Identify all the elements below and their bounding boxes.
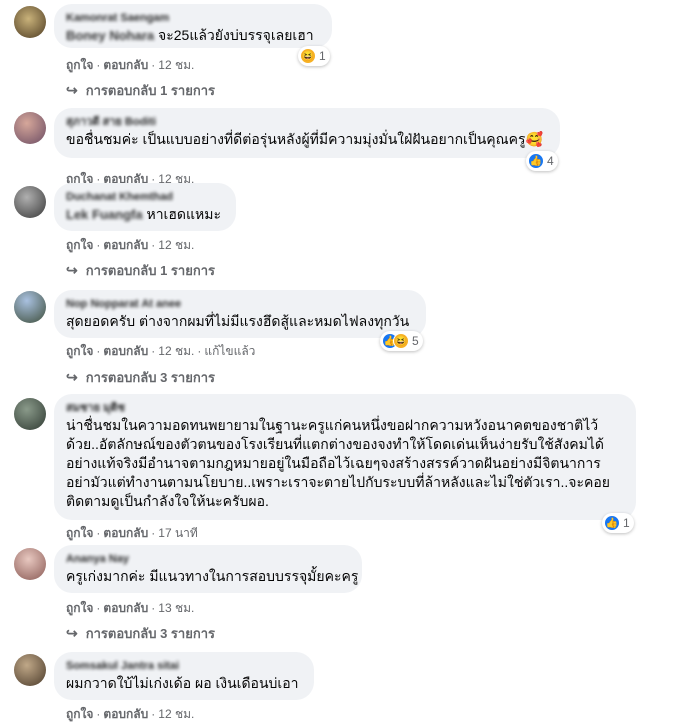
reply-link[interactable]: ตอบกลับ bbox=[103, 58, 148, 72]
reply-link[interactable]: ตอบกลับ bbox=[103, 707, 148, 721]
comment-time[interactable]: 17 นาที bbox=[158, 526, 198, 540]
avatar[interactable] bbox=[14, 112, 46, 144]
like-link[interactable]: ถูกใจ bbox=[66, 601, 93, 615]
like-link[interactable]: ถูกใจ bbox=[66, 707, 93, 721]
comment-text: หาเฮดแหมะ bbox=[146, 206, 221, 222]
comment-text-line: อย่างแท้จริงมีอำนาจตามกฎหมายอยู่ในมือถือ… bbox=[66, 455, 601, 471]
view-replies-link[interactable]: ↪ การตอบกลับ 3 รายการ bbox=[66, 623, 215, 644]
reaction-count: 1 bbox=[623, 516, 630, 530]
comment-text-line: ติดตามดูเป็นกำลังใจให้นะครับผอ. bbox=[66, 493, 269, 509]
avatar[interactable] bbox=[14, 6, 46, 38]
reaction-count: 5 bbox=[412, 334, 419, 348]
comment-text: ครูเก่งมากค่ะ มีแนวทางในการสอบบรรจุมั้ยค… bbox=[66, 568, 359, 584]
reply-arrow-icon: ↪ bbox=[66, 369, 78, 385]
comment-bubble: Nop Nopparat At anee สุดยอดครับ ต่างจากผ… bbox=[54, 290, 426, 338]
like-link[interactable]: ถูกใจ bbox=[66, 58, 93, 72]
comment-text: ขอชื่นชมค่ะ เป็นแบบอย่างที่ดีต่อรุ่นหลัง… bbox=[66, 131, 526, 147]
comment-text: สุดยอดครับ ต่างจากผมที่ไม่มีแรงฮึดสู้และ… bbox=[66, 313, 410, 329]
commenter-name[interactable]: Kamonrat Saengam bbox=[66, 11, 320, 26]
comment-bubble: Ananya Nay ครูเก่งมากค่ะ มีแนวทางในการสอ… bbox=[54, 545, 362, 593]
like-link[interactable]: ถูกใจ bbox=[66, 344, 93, 358]
comment-bubble: สมชาย มุติช น่าชื่นชมในความอดทนพยายามในฐ… bbox=[54, 394, 636, 520]
emoji: 🥰 bbox=[525, 131, 543, 147]
reply-arrow-icon: ↪ bbox=[66, 82, 78, 98]
edited-label[interactable]: แก้ไขแล้ว bbox=[204, 344, 255, 358]
mention-tag[interactable]: Lek Fuangfa bbox=[66, 205, 143, 224]
commenter-name[interactable]: Nop Nopparat At anee bbox=[66, 297, 414, 312]
comment-time[interactable]: 13 ชม. bbox=[158, 601, 194, 615]
avatar[interactable] bbox=[14, 398, 46, 430]
comment-time[interactable]: 12 ชม. bbox=[158, 707, 194, 721]
haha-reaction-icon: 😆 bbox=[393, 333, 409, 349]
reply-link[interactable]: ตอบกลับ bbox=[103, 344, 148, 358]
reaction-summary[interactable]: 👍 1 bbox=[602, 513, 634, 533]
comment-bubble: Kamonrat Saengam Boney Nohara จะ25แล้วยั… bbox=[54, 4, 332, 48]
comment-text: ผมกวาดใบ้ไม่เก่งเด้อ ผอ เงินเดือนบ่เอา bbox=[66, 675, 299, 691]
like-reaction-icon: 👍 bbox=[604, 515, 620, 531]
reply-link[interactable]: ตอบกลับ bbox=[103, 238, 148, 252]
commenter-name[interactable]: Ananya Nay bbox=[66, 552, 350, 567]
comment-text: จะ25แล้วยังบ่บรรจุเลยเฮา bbox=[158, 27, 314, 43]
reply-link[interactable]: ตอบกลับ bbox=[103, 526, 148, 540]
reply-arrow-icon: ↪ bbox=[66, 625, 78, 641]
commenter-name[interactable]: Somsakul Jantra sitai bbox=[66, 659, 302, 674]
reaction-count: 4 bbox=[547, 154, 554, 168]
view-replies-link[interactable]: ↪ การตอบกลับ 1 รายการ bbox=[66, 260, 215, 281]
mention-tag[interactable]: Boney Nohara bbox=[66, 26, 154, 45]
comment-bubble: Duchanat Khemthad Lek Fuangfa หาเฮดแหมะ bbox=[54, 183, 236, 231]
comment-time[interactable]: 12 ชม. bbox=[158, 58, 194, 72]
avatar[interactable] bbox=[14, 548, 46, 580]
view-replies-link[interactable]: ↪ การตอบกลับ 3 รายการ bbox=[66, 367, 215, 388]
reply-arrow-icon: ↪ bbox=[66, 262, 78, 278]
comment-text-line: ด้วย..อัตลักษณ์ของตัวตนของโรงเรียนที่แตก… bbox=[66, 436, 605, 452]
reply-link[interactable]: ตอบกลับ bbox=[103, 601, 148, 615]
avatar[interactable] bbox=[14, 654, 46, 686]
reaction-summary[interactable]: 😆 1 bbox=[298, 46, 330, 66]
commenter-name[interactable]: สมชาย มุติช bbox=[66, 401, 624, 416]
reaction-summary[interactable]: 👍 4 bbox=[526, 151, 558, 171]
like-link[interactable]: ถูกใจ bbox=[66, 238, 93, 252]
avatar[interactable] bbox=[14, 186, 46, 218]
like-reaction-icon: 👍 bbox=[528, 153, 544, 169]
comment-text-line: น่าชื่นชมในความอดทนพยายามในฐานะครูแก่คนห… bbox=[66, 417, 599, 433]
comment-text-line: อย่ามัวแต่ทำงานตามนโยบาย..เพราะเราจะตายไ… bbox=[66, 474, 610, 490]
comment-time[interactable]: 12 ชม. bbox=[158, 238, 194, 252]
comment-bubble: สุภาวดี สาย Boditi ขอชื่นชมค่ะ เป็นแบบอย… bbox=[54, 108, 560, 158]
reaction-summary[interactable]: 👍 😆 5 bbox=[380, 331, 423, 351]
commenter-name[interactable]: สุภาวดี สาย Boditi bbox=[66, 115, 548, 130]
haha-reaction-icon: 😆 bbox=[300, 48, 316, 64]
like-link[interactable]: ถูกใจ bbox=[66, 526, 93, 540]
commenter-name[interactable]: Duchanat Khemthad bbox=[66, 190, 224, 205]
avatar[interactable] bbox=[14, 291, 46, 323]
comment-time[interactable]: 12 ชม. bbox=[158, 344, 194, 358]
view-replies-link[interactable]: ↪ การตอบกลับ 1 รายการ bbox=[66, 80, 215, 101]
comment-bubble: Somsakul Jantra sitai ผมกวาดใบ้ไม่เก่งเด… bbox=[54, 652, 314, 700]
reaction-count: 1 bbox=[319, 49, 326, 63]
